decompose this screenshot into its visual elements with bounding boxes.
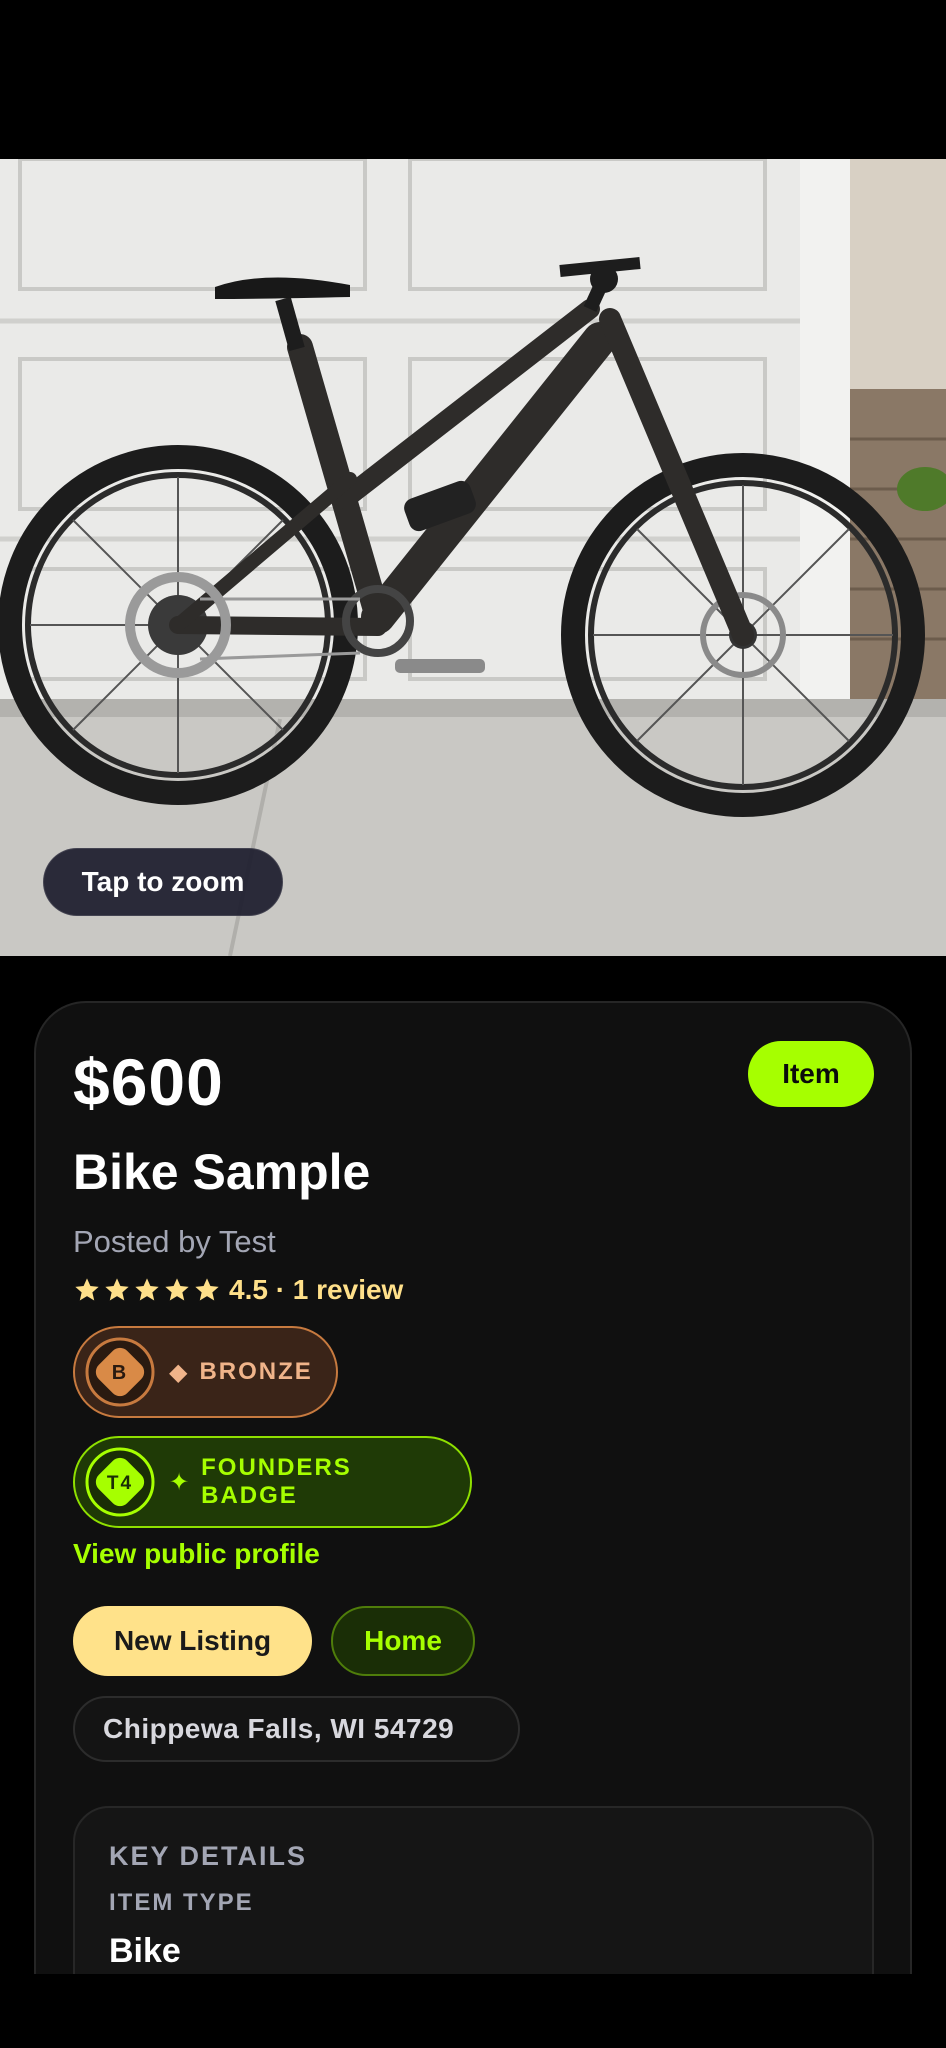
item-type-label: ITEM TYPE	[109, 1889, 254, 1916]
item-type-pill-label: Item	[782, 1058, 840, 1089]
listing-price: $600	[73, 1045, 224, 1119]
listing-screen: Tap to zoom $600 Item Bike Sample Posted…	[0, 0, 946, 2048]
new-listing-tag-label: New Listing	[113, 1625, 272, 1656]
founders-emblem-text: T4	[107, 1473, 133, 1494]
star-icon	[75, 1278, 99, 1301]
tap-to-zoom-button[interactable]: Tap to zoom	[43, 848, 283, 916]
bronze-badge: B ◆ BRONZE	[73, 1326, 338, 1418]
tap-to-zoom-label: Tap to zoom	[81, 866, 245, 897]
sparkle-icon: ✦	[169, 1468, 192, 1496]
star-icon	[105, 1278, 129, 1301]
founders-badge: T4 ✦ FOUNDERS BADGE	[73, 1436, 472, 1528]
item-type-pill: Item	[748, 1041, 874, 1107]
listing-title: Bike Sample	[73, 1144, 371, 1200]
star-icon	[135, 1278, 159, 1301]
bronze-emblem-icon: B	[85, 1337, 155, 1407]
location-text: Chippewa Falls, WI 54729	[103, 1713, 455, 1744]
home-tag[interactable]: Home	[331, 1606, 475, 1676]
star-icon	[195, 1278, 219, 1301]
location-chip: Chippewa Falls, WI 54729	[73, 1696, 520, 1762]
view-public-profile-link[interactable]: View public profile	[73, 1535, 320, 1573]
diamond-icon: ◆	[169, 1358, 190, 1386]
bronze-emblem-text: B	[112, 1362, 128, 1384]
new-listing-tag: New Listing	[73, 1606, 312, 1676]
bike-image	[0, 159, 946, 956]
key-details-heading: KEY DETAILS	[109, 1841, 308, 1871]
rating-stars	[73, 1276, 221, 1304]
home-tag-label: Home	[364, 1625, 442, 1656]
listing-photo[interactable]	[0, 159, 946, 956]
bronze-badge-label: BRONZE	[199, 1358, 313, 1385]
rating-text: 4.5 · 1 review	[229, 1274, 404, 1305]
seller-rating: 4.5 · 1 review	[73, 1270, 403, 1310]
posted-by-text: Posted by Test	[73, 1224, 276, 1259]
founders-badge-label: FOUNDERS BADGE	[201, 1454, 352, 1509]
star-icon	[165, 1278, 189, 1301]
item-type-value: Bike	[109, 1932, 181, 1970]
bottom-safe-area	[0, 1974, 946, 2048]
founders-emblem-icon: T4	[85, 1447, 155, 1517]
